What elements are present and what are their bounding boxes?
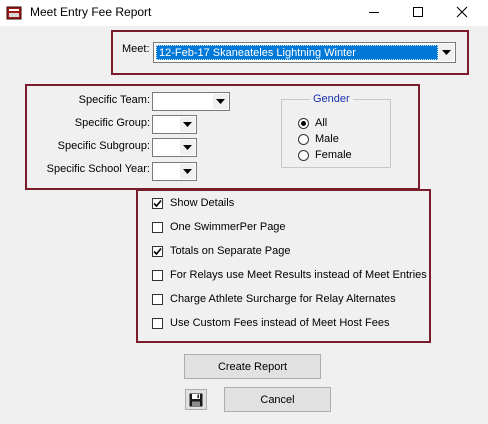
chevron-down-icon[interactable] (213, 94, 228, 109)
totals-separate-page-checkbox[interactable] (152, 246, 163, 257)
relay-alternate-surcharge-label: Charge Athlete Surcharge for Relay Alter… (170, 293, 396, 305)
window-title: Meet Entry Fee Report (30, 5, 152, 19)
gender-title: Gender (310, 93, 353, 105)
chevron-down-icon[interactable] (438, 44, 454, 61)
school-year-select[interactable] (152, 162, 197, 181)
group-label: Specific Group: (74, 117, 150, 129)
close-button[interactable] (442, 0, 482, 24)
team-label: Specific Team: (78, 94, 150, 106)
team-select[interactable] (152, 92, 230, 111)
custom-fees-checkbox[interactable] (152, 318, 163, 329)
chevron-down-icon[interactable] (180, 164, 195, 179)
relay-alternate-surcharge-checkbox[interactable] (152, 294, 163, 305)
meet-label: Meet: (122, 43, 150, 55)
group-select[interactable] (152, 115, 197, 134)
custom-fees-label: Use Custom Fees instead of Meet Host Fee… (170, 317, 390, 329)
minimize-icon (369, 12, 379, 13)
meet-select[interactable]: 12-Feb-17 Skaneateles Lightning Winter (153, 42, 456, 63)
maximize-icon (413, 7, 423, 17)
app-icon (6, 5, 22, 21)
show-details-label: Show Details (170, 197, 235, 209)
gender-male-radio[interactable] (298, 134, 309, 145)
gender-female-radio[interactable] (298, 150, 309, 161)
gender-all-label: All (315, 117, 328, 129)
show-details-checkbox[interactable] (152, 198, 163, 209)
gender-all-radio[interactable] (298, 118, 309, 129)
checkmark-icon (153, 247, 162, 256)
meet-selected-value: 12-Feb-17 Skaneateles Lightning Winter (156, 45, 438, 60)
subgroup-label: Specific Subgroup: (57, 140, 150, 152)
subgroup-select[interactable] (152, 138, 197, 157)
create-report-button[interactable]: Create Report (184, 354, 321, 379)
cancel-button[interactable]: Cancel (224, 387, 331, 412)
totals-separate-page-label: Totals on Separate Page (170, 245, 291, 257)
minimize-button[interactable] (354, 0, 394, 24)
gender-male-label: Male (315, 133, 339, 145)
one-swimmer-per-page-checkbox[interactable] (152, 222, 163, 233)
save-button[interactable] (185, 389, 207, 410)
school-year-label: Specific School Year: (46, 163, 150, 175)
close-icon (456, 6, 468, 18)
floppy-disk-icon (189, 393, 203, 406)
relays-meet-results-checkbox[interactable] (152, 270, 163, 281)
one-swimmer-per-page-label: One SwimmerPer Page (170, 221, 286, 233)
relays-meet-results-label: For Relays use Meet Results instead of M… (170, 269, 427, 281)
chevron-down-icon[interactable] (180, 117, 195, 132)
checkmark-icon (153, 199, 162, 208)
chevron-down-icon[interactable] (180, 140, 195, 155)
maximize-button[interactable] (398, 0, 438, 24)
gender-female-label: Female (315, 149, 352, 161)
